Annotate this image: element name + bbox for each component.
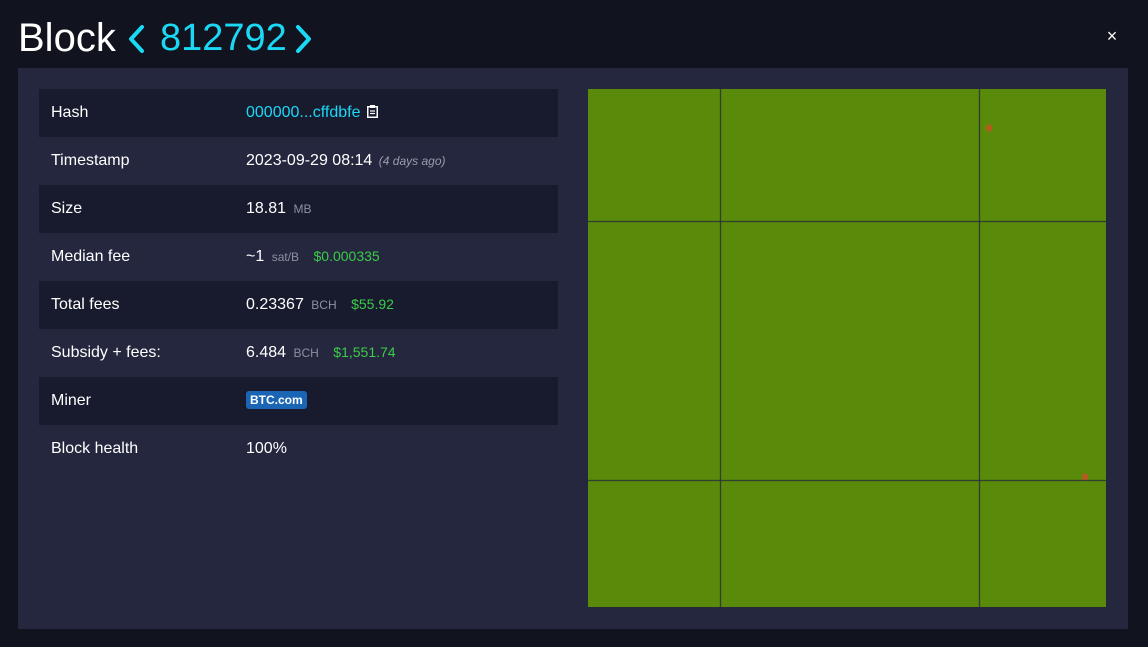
timestamp-label: Timestamp xyxy=(51,152,130,169)
chevron-right-icon[interactable] xyxy=(292,22,314,56)
total-fees-value: 0.23367 xyxy=(246,296,304,313)
modal-header: Block 812792 × xyxy=(0,0,1148,68)
median-fee-label: Median fee xyxy=(51,248,131,265)
hash-value-group: 000000...cffdbfe xyxy=(246,104,379,122)
size-value: 18.81 xyxy=(246,200,287,217)
timestamp-relative: (4 days ago) xyxy=(378,154,446,168)
subsidy-fees-fiat: $1,551.74 xyxy=(333,344,396,360)
health-label: Block health xyxy=(51,440,139,457)
health-row: Block health 100% xyxy=(39,425,558,473)
timestamp-value-group: 2023-09-29 08:14 (4 days ago) xyxy=(246,152,445,170)
size-value-group: 18.81 MB xyxy=(246,200,312,218)
block-visualization-canvas[interactable] xyxy=(588,89,1106,607)
median-fee-unit: sat/B xyxy=(271,250,300,264)
size-label: Size xyxy=(51,200,83,217)
total-fees-row: Total fees 0.23367 BCH $55.92 xyxy=(39,281,558,329)
subsidy-fees-unit: BCH xyxy=(293,346,319,360)
chevron-left-icon[interactable] xyxy=(126,22,148,56)
total-fees-value-group: 0.23367 BCH $55.92 xyxy=(246,296,394,314)
subsidy-fees-value-group: 6.484 BCH $1,551.74 xyxy=(246,344,396,362)
miner-row: Miner BTC.com xyxy=(39,377,558,425)
health-value: 100% xyxy=(246,440,287,457)
close-button[interactable]: × xyxy=(1100,24,1124,48)
clipboard-icon[interactable] xyxy=(367,105,379,118)
block-visualization[interactable] xyxy=(588,89,1106,607)
block-height: 812792 xyxy=(160,17,287,59)
median-fee-value-group: ~1 sat/B $0.000335 xyxy=(246,248,380,266)
hash-label: Hash xyxy=(51,104,89,121)
page-title: Block xyxy=(18,16,116,60)
hash-row: Hash 000000...cffdbfe xyxy=(39,89,558,137)
timestamp-value: 2023-09-29 08:14 xyxy=(246,152,373,169)
block-details-panel: Hash 000000...cffdbfe Timestamp 2023-09-… xyxy=(18,68,1128,629)
subsidy-fees-row: Subsidy + fees: 6.484 BCH $1,551.74 xyxy=(39,329,558,377)
subsidy-fees-value: 6.484 xyxy=(246,344,287,361)
block-details-table: Hash 000000...cffdbfe Timestamp 2023-09-… xyxy=(39,89,558,473)
median-fee-row: Median fee ~1 sat/B $0.000335 xyxy=(39,233,558,281)
total-fees-fiat: $55.92 xyxy=(351,296,394,312)
miner-label: Miner xyxy=(51,392,92,409)
timestamp-row: Timestamp 2023-09-29 08:14 (4 days ago) xyxy=(39,137,558,185)
total-fees-unit: BCH xyxy=(311,298,337,312)
subsidy-fees-label: Subsidy + fees: xyxy=(51,344,161,361)
miner-badge[interactable]: BTC.com xyxy=(246,391,307,409)
hash-link[interactable]: 000000...cffdbfe xyxy=(246,104,360,121)
median-fee-value: ~1 xyxy=(246,248,265,265)
size-unit: MB xyxy=(293,202,312,216)
total-fees-label: Total fees xyxy=(51,296,120,313)
size-row: Size 18.81 MB xyxy=(39,185,558,233)
miner-value-group: BTC.com xyxy=(246,391,307,410)
median-fee-fiat: $0.000335 xyxy=(313,248,380,264)
